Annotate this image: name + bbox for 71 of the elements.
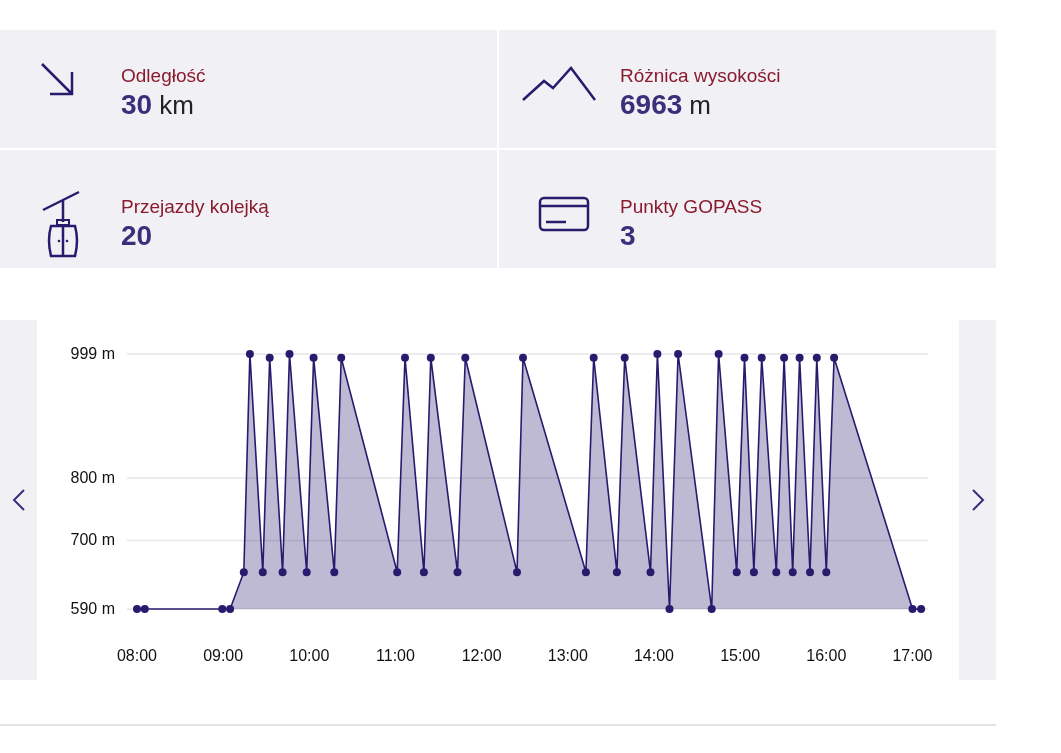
x-axis-label: 14:00 — [633, 647, 674, 664]
data-point — [620, 353, 629, 362]
data-point — [707, 605, 716, 613]
x-axis-label: 17:00 — [892, 647, 933, 664]
unit-label: m — [689, 90, 711, 121]
data-point — [285, 350, 294, 358]
cable-car-icon — [40, 190, 81, 258]
x-axis-label: 12:00 — [461, 647, 502, 664]
data-point — [732, 568, 741, 577]
data-point — [780, 353, 789, 362]
card-icon — [537, 196, 590, 232]
data-point — [337, 353, 346, 362]
next-button[interactable] — [959, 320, 996, 680]
data-point — [830, 353, 839, 362]
chevron-left-icon — [11, 488, 26, 512]
data-point — [309, 353, 318, 362]
data-point — [426, 353, 435, 362]
data-point — [419, 568, 428, 577]
data-point — [788, 568, 797, 577]
data-point — [665, 605, 674, 613]
stat-label: Odległość — [121, 64, 206, 88]
data-point — [302, 568, 311, 577]
y-axis-label: 999 m — [70, 345, 115, 362]
data-point — [589, 353, 598, 362]
data-point — [714, 350, 723, 358]
data-point — [822, 568, 831, 577]
stat-label: Różnica wysokości — [620, 64, 781, 88]
x-axis-label: 11:00 — [376, 647, 415, 664]
data-point — [401, 353, 409, 362]
x-axis-label: 09:00 — [203, 647, 244, 664]
data-point — [757, 353, 766, 362]
data-point — [612, 568, 621, 577]
x-axis-label: 10:00 — [289, 647, 330, 664]
data-point — [513, 568, 521, 577]
chevron-right-icon — [970, 488, 985, 512]
stat-value: 3 — [620, 219, 636, 253]
stat-label: Punkty GOPASS — [620, 195, 763, 219]
data-point — [581, 568, 590, 577]
x-axis-label: 16:00 — [806, 647, 847, 664]
x-axis-label: 15:00 — [720, 647, 761, 664]
y-axis-label: 700 m — [70, 531, 115, 549]
data-point — [674, 350, 683, 358]
stat-value: 20 — [121, 219, 153, 253]
data-point — [453, 568, 462, 577]
data-point — [461, 353, 470, 362]
x-axis-label: 08:00 — [116, 647, 157, 664]
data-point — [278, 568, 287, 577]
data-point — [330, 568, 339, 577]
unit-label: km — [159, 90, 194, 121]
data-point — [519, 353, 527, 362]
y-axis-label: 590 m — [70, 600, 115, 617]
mountain-icon — [521, 66, 598, 102]
data-point — [258, 568, 267, 577]
x-axis-label: 13:00 — [547, 647, 588, 664]
data-point — [740, 353, 749, 362]
stat-value: 6963 — [620, 88, 683, 122]
data-point — [653, 350, 662, 358]
stat-value: 30 — [121, 88, 153, 122]
data-point — [749, 568, 758, 577]
data-point — [245, 350, 254, 358]
data-point — [265, 353, 274, 362]
data-point — [795, 353, 804, 362]
data-point — [393, 568, 402, 577]
stat-label: Przejazdy kolejką — [121, 195, 269, 219]
y-axis-label: 800 m — [70, 469, 115, 487]
previous-button[interactable] — [0, 320, 37, 680]
data-point — [239, 568, 248, 577]
data-point — [646, 568, 655, 577]
data-point — [772, 568, 781, 577]
data-point — [806, 568, 814, 577]
data-point — [812, 353, 821, 362]
